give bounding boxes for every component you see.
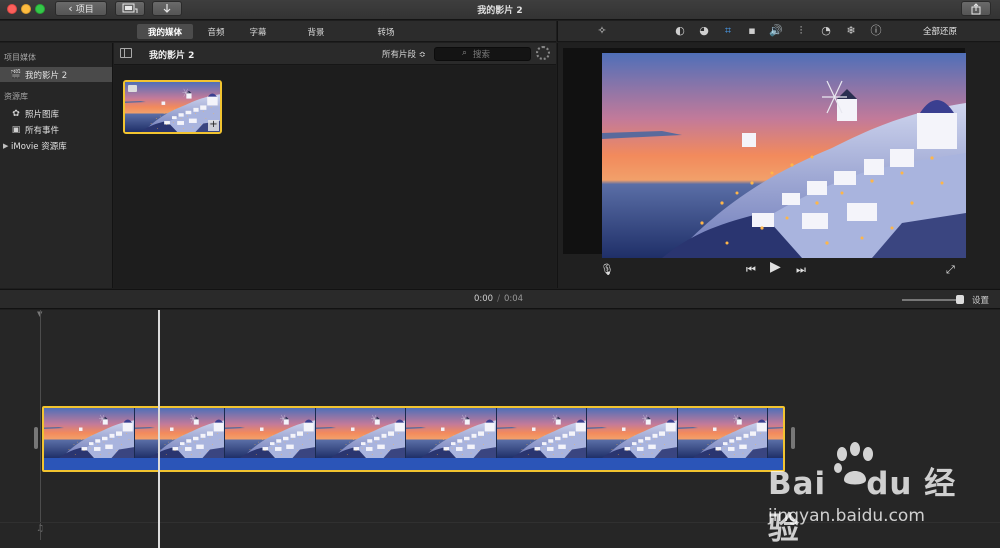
zoom-slider-knob[interactable]: [956, 295, 964, 304]
window-title: 我的影片 2: [477, 6, 523, 16]
fullscreen-window-button[interactable]: [35, 4, 45, 14]
share-icon: [971, 2, 981, 14]
sidebar-item-label: 照片图库: [25, 109, 60, 120]
volume-icon[interactable]: 🔊: [769, 24, 783, 38]
sidebar-item-photos-library[interactable]: ✿ 照片图库: [0, 106, 112, 121]
sidebar-item-all-events[interactable]: ▣ 所有事件: [0, 122, 112, 137]
clip-frame: [496, 408, 587, 458]
crop-icon[interactable]: ⌗: [721, 24, 735, 38]
clip-trim-handle-left[interactable]: [34, 427, 38, 449]
clip-audio-track: [44, 458, 783, 470]
filter-icon[interactable]: ❄: [844, 24, 858, 38]
tab-transitions[interactable]: 转场: [366, 24, 406, 39]
viewer-toolbar: ✧ ◐ ◕ ⌗ ▪ 🔊 ⫶ ◔ ❄ ⓘ 全部还原: [557, 21, 1000, 42]
clip-frame: [587, 408, 678, 458]
playhead[interactable]: [158, 310, 160, 548]
camera-icon: [128, 85, 137, 92]
photos-flower-icon: ✿: [12, 108, 20, 119]
skip-back-icon[interactable]: ⏮: [746, 263, 756, 277]
tab-backgrounds[interactable]: 背景: [296, 24, 336, 39]
reset-all-button[interactable]: 全部还原: [923, 25, 957, 37]
music-note-icon: ♫: [36, 524, 45, 534]
play-button[interactable]: ▶: [770, 259, 781, 275]
sidebar-item-project[interactable]: 🎬 我的影片 2: [0, 67, 112, 82]
libraries-sidebar: 项目媒体 🎬 我的影片 2 资源库 ✿ 照片图库 ▣ 所有事件 ▶ iMovie…: [0, 43, 113, 288]
libraries-heading: 资源库: [4, 92, 28, 101]
timeline-clip[interactable]: [42, 406, 785, 472]
viewer: 🎙 ⏮ ▶ ⏭ ⤢: [557, 43, 1000, 288]
viewer-frame: [563, 48, 966, 258]
import-arrow-icon: [163, 4, 171, 13]
sidebar-item-imovie-library[interactable]: ▶ iMovie 资源库: [0, 138, 112, 153]
browser-header: 我的影片 2 所有片段 ≎ ⌕: [114, 43, 556, 65]
minimize-window-button[interactable]: [21, 4, 31, 14]
timeline-start-line: [40, 310, 41, 540]
stabilization-icon[interactable]: ▪: [745, 24, 759, 38]
timeline-settings-button[interactable]: 设置: [972, 294, 989, 306]
share-button[interactable]: [961, 1, 991, 16]
events-star-icon: ▣: [11, 124, 21, 135]
clip-frame: [44, 408, 135, 458]
gear-icon[interactable]: [536, 46, 550, 60]
current-time: 0:00: [474, 294, 494, 304]
zoom-slider-track[interactable]: [902, 299, 962, 301]
projects-button[interactable]: ‹ 项目: [55, 1, 107, 16]
media-browser: +: [114, 66, 556, 288]
media-browser-button[interactable]: [115, 1, 145, 16]
clip-frame: [315, 408, 406, 458]
tab-titles[interactable]: 字幕: [238, 24, 278, 39]
baidu-logo-text: Bai du 经验: [768, 466, 957, 547]
sidebar-toggle-icon[interactable]: [120, 48, 132, 58]
magic-wand-icon[interactable]: ✧: [595, 24, 609, 38]
tab-audio[interactable]: 音频: [196, 24, 236, 39]
search-icon: ⌕: [462, 48, 468, 58]
projects-label: 项目: [75, 5, 94, 15]
media-clip-thumbnail[interactable]: +: [123, 80, 222, 134]
clip-filmstrip: [44, 408, 783, 458]
sidebar-item-label: 我的影片 2: [25, 70, 68, 81]
timecode: 0:00/0:04: [474, 294, 524, 304]
noise-reduction-icon[interactable]: ⫶: [794, 24, 808, 38]
browser-tabs: 我的媒体 音频 字幕 背景 转场: [0, 21, 556, 42]
clip-filter-select[interactable]: 所有片段 ≎: [382, 48, 426, 60]
browser-title: 我的影片 2: [149, 51, 195, 61]
clip-frame: [225, 408, 316, 458]
close-window-button[interactable]: [7, 4, 17, 14]
import-button[interactable]: [152, 1, 182, 16]
info-icon[interactable]: ⓘ: [869, 24, 883, 38]
color-balance-icon[interactable]: ◐: [673, 24, 687, 38]
preview-photo: [602, 53, 966, 258]
microphone-icon[interactable]: 🎙: [600, 263, 614, 276]
speed-icon[interactable]: ◔: [819, 24, 833, 38]
baidu-url: jingyan.baidu.com: [768, 506, 925, 526]
clip-frame: [134, 408, 225, 458]
clip-frame: [406, 408, 497, 458]
total-time: 0:04: [503, 294, 524, 304]
title-bar: ‹ 项目 我的影片 2: [0, 0, 1000, 20]
viewer-image: [602, 53, 966, 258]
search-field[interactable]: ⌕: [434, 47, 531, 61]
clip-frame: [677, 408, 768, 458]
tab-my-media[interactable]: 我的媒体: [137, 24, 193, 39]
sidebar-item-label: iMovie 资源库: [11, 141, 67, 152]
sidebar-item-label: 所有事件: [25, 125, 60, 136]
clapperboard-icon: 🎬: [10, 69, 22, 80]
baidu-watermark: Bai du 经验 jingyan.baidu.com: [768, 438, 988, 547]
disclosure-triangle-icon[interactable]: ▶: [3, 142, 11, 150]
color-correction-icon[interactable]: ◕: [697, 24, 711, 38]
clip-photo: [125, 82, 220, 132]
film-clip-icon: [122, 3, 138, 13]
chevron-left-icon: ‹: [68, 2, 73, 15]
timeline-header: 0:00/0:04 设置: [0, 289, 1000, 309]
project-media-heading: 项目媒体: [4, 53, 36, 62]
add-to-movie-icon[interactable]: +: [208, 120, 219, 131]
fullscreen-icon[interactable]: ⤢: [946, 263, 955, 277]
search-input[interactable]: [473, 49, 528, 60]
skip-forward-icon[interactable]: ⏭: [796, 263, 806, 277]
